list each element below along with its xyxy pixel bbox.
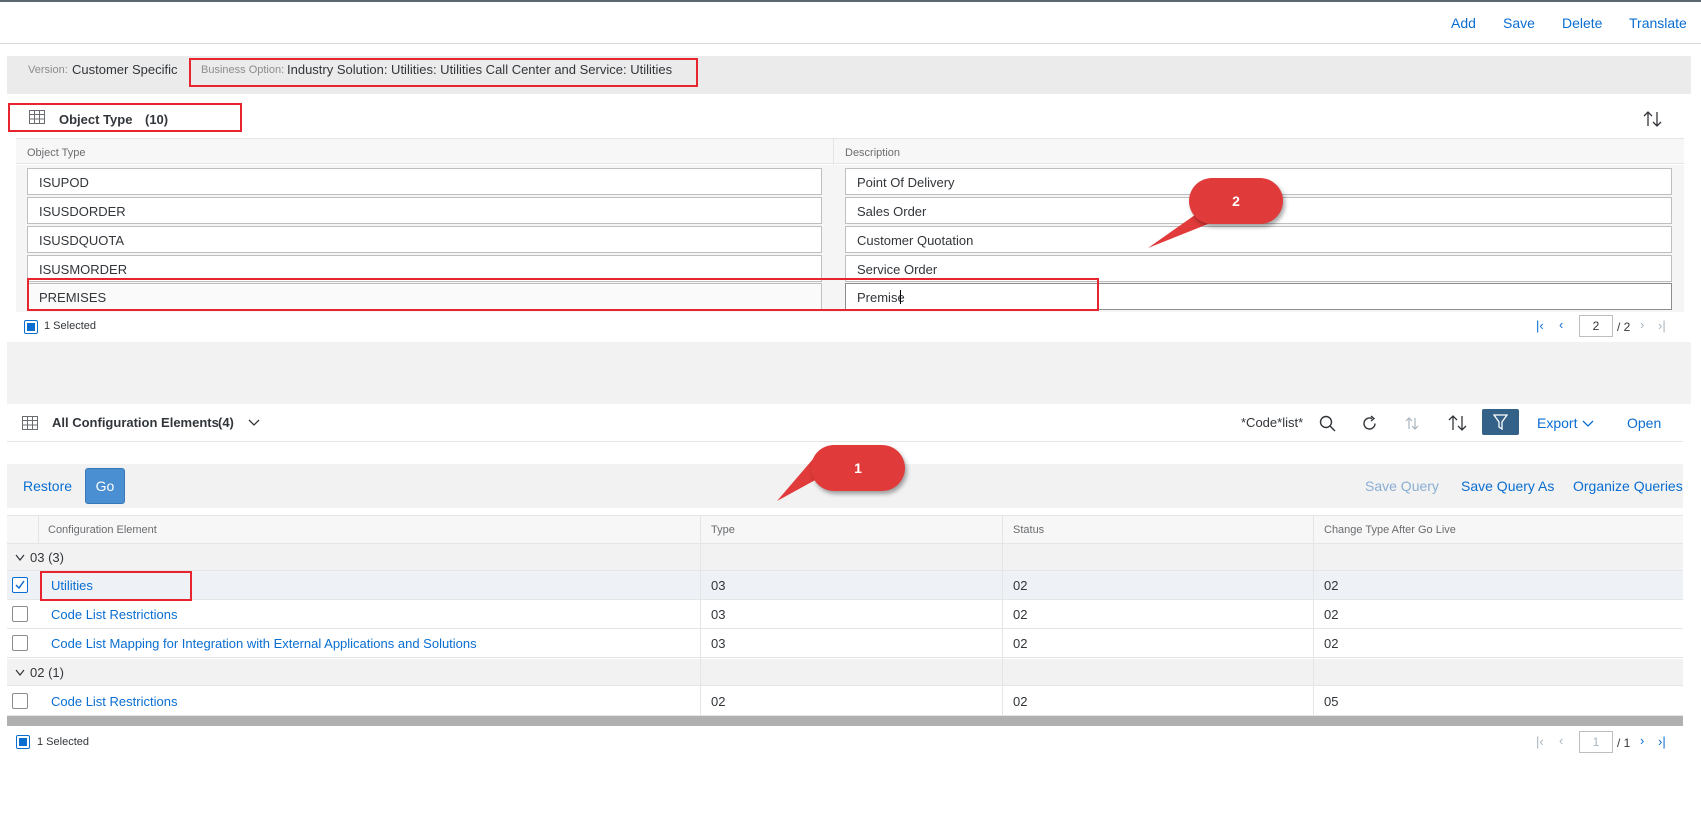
status-value: 02 [1013, 578, 1028, 593]
table-row[interactable]: Code List Restrictions 03 02 02 [7, 600, 1683, 629]
select-all-checkbox[interactable] [24, 320, 38, 334]
page-total: / 1 [1617, 736, 1631, 750]
table-icon [22, 416, 38, 430]
object-type-cell[interactable]: ISUPOD [27, 168, 822, 195]
prev-page-icon[interactable]: ‹ [1559, 317, 1563, 332]
annotation-box-premises-row [27, 278, 1099, 311]
first-page-icon[interactable]: |‹ [1536, 734, 1544, 749]
page-toolbar: Add Save Delete Translate [0, 2, 1701, 44]
status-value: 02 [1013, 694, 1028, 709]
row-checkbox[interactable] [12, 635, 28, 651]
sort-icon[interactable] [1448, 414, 1468, 432]
config-toolbar: All Configuration Elements (4) *Code*lis… [7, 404, 1683, 442]
next-page-icon[interactable]: › [1640, 733, 1644, 748]
col-configuration-element: Configuration Element [48, 524, 157, 536]
callout-1: 1 [811, 445, 905, 491]
checkmark-icon [15, 580, 25, 590]
row-checkbox[interactable] [12, 693, 28, 709]
filter-button[interactable] [1482, 409, 1519, 435]
chevron-down-icon[interactable] [248, 418, 260, 428]
group-row[interactable]: 03 (3) [7, 544, 1683, 571]
row-checkbox[interactable] [12, 606, 28, 622]
restore-button[interactable]: Restore [23, 478, 72, 494]
type-value: 02 [711, 694, 726, 709]
next-page-icon[interactable]: › [1640, 317, 1644, 332]
group-label: 03 (3) [30, 550, 64, 565]
open-button[interactable]: Open [1627, 415, 1661, 431]
page-total: / 2 [1617, 320, 1631, 334]
type-value: 03 [711, 578, 726, 593]
translate-button[interactable]: Translate [1629, 15, 1687, 31]
chevron-down-icon[interactable] [15, 669, 25, 677]
save-button[interactable]: Save [1503, 15, 1535, 31]
change-type-value: 02 [1324, 578, 1339, 593]
prev-page-icon[interactable]: ‹ [1559, 733, 1563, 748]
config-title: All Configuration Elements [52, 415, 219, 430]
col-status: Status [1013, 524, 1045, 536]
save-query-button[interactable]: Save Query [1365, 478, 1439, 494]
chevron-down-icon[interactable] [1582, 419, 1594, 429]
col-type: Type [711, 524, 735, 536]
change-type-value: 02 [1324, 636, 1339, 651]
col-object-type: Object Type [27, 147, 86, 159]
page-input[interactable]: 2 [1579, 315, 1613, 337]
table-row[interactable]: Utilities 03 02 02 [7, 571, 1683, 600]
last-page-icon[interactable]: ›| [1658, 734, 1666, 749]
last-page-icon[interactable]: ›| [1658, 318, 1666, 333]
type-value: 03 [711, 607, 726, 622]
annotation-box-object-type [8, 103, 242, 132]
table-row[interactable]: Code List Mapping for Integration with E… [7, 629, 1683, 658]
col-description: Description [845, 147, 901, 159]
config-element-link[interactable]: Code List Restrictions [51, 694, 177, 709]
group-label: 02 (1) [30, 665, 64, 680]
change-type-value: 02 [1324, 607, 1339, 622]
col-change-type: Change Type After Go Live [1324, 524, 1456, 536]
sort-disabled-icon[interactable] [1405, 416, 1419, 430]
status-value: 02 [1013, 636, 1028, 651]
search-query-text[interactable]: *Code*list* [1241, 415, 1303, 430]
selected-count: 1 Selected [37, 736, 89, 748]
sort-icon[interactable] [1643, 110, 1663, 128]
group-row[interactable]: 02 (1) [7, 659, 1683, 686]
type-value: 03 [711, 636, 726, 651]
save-query-as-button[interactable]: Save Query As [1461, 478, 1554, 494]
column-divider [38, 515, 39, 544]
callout-2: 2 [1189, 178, 1283, 224]
select-all-checkbox[interactable] [16, 735, 30, 749]
organize-queries-button[interactable]: Organize Queries [1573, 478, 1683, 494]
column-divider [1313, 515, 1314, 716]
selected-count: 1 Selected [44, 320, 96, 332]
row-checkbox[interactable] [12, 577, 28, 593]
delete-button[interactable]: Delete [1562, 15, 1602, 31]
status-value: 02 [1013, 607, 1028, 622]
object-type-cell[interactable]: ISUSDQUOTA [27, 226, 822, 253]
version-label: Version: [28, 64, 68, 76]
column-divider [1002, 515, 1003, 716]
description-cell[interactable]: Customer Quotation [845, 226, 1672, 253]
add-button[interactable]: Add [1451, 15, 1476, 31]
change-type-value: 05 [1324, 694, 1339, 709]
version-value: Customer Specific [72, 62, 178, 77]
chevron-down-icon[interactable] [15, 554, 25, 562]
annotation-box-utilities [40, 571, 192, 601]
search-icon[interactable] [1319, 415, 1336, 432]
object-type-cell[interactable]: ISUSDORDER [27, 197, 822, 224]
page-input[interactable]: 1 [1579, 731, 1613, 753]
first-page-icon[interactable]: |‹ [1536, 318, 1544, 333]
table-row[interactable]: Code List Restrictions 02 02 05 [7, 687, 1683, 716]
section-gap [7, 342, 1691, 404]
go-button[interactable]: Go [85, 468, 125, 504]
config-count: (4) [218, 415, 234, 430]
export-button[interactable]: Export [1537, 415, 1577, 431]
annotation-box-business-option [189, 58, 698, 87]
filter-icon [1493, 414, 1508, 430]
config-element-link[interactable]: Code List Restrictions [51, 607, 177, 622]
refresh-icon[interactable] [1361, 415, 1378, 432]
column-divider [700, 515, 701, 716]
horizontal-scrollbar[interactable] [7, 716, 1683, 726]
config-element-link[interactable]: Code List Mapping for Integration with E… [51, 636, 477, 651]
